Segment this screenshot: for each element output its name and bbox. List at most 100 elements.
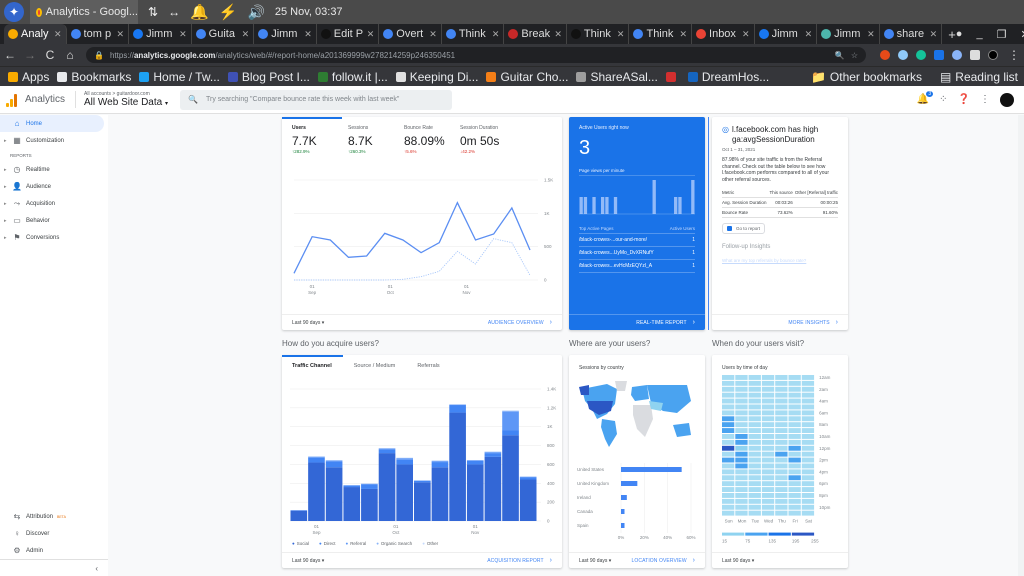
bookmark-item[interactable]: Bookmarks bbox=[57, 70, 131, 84]
browser-tab[interactable]: Jimm ✕ bbox=[129, 24, 192, 44]
browser-tab[interactable]: Overt ✕ bbox=[379, 24, 442, 44]
legend-item[interactable]: Organic Search bbox=[376, 541, 412, 546]
extension-grammarly-icon[interactable] bbox=[916, 50, 926, 60]
bookmark-item[interactable]: follow.it |... bbox=[317, 70, 388, 84]
sidebar-item-attribution[interactable]: ⇆ Attribution BETA bbox=[0, 508, 108, 525]
legend-item[interactable]: Direct bbox=[319, 541, 336, 546]
date-range-selector[interactable]: Last 90 days ▾ bbox=[579, 558, 611, 564]
realtime-report-link[interactable]: REAL-TIME REPORT bbox=[636, 320, 686, 326]
legend-item[interactable]: Social bbox=[292, 541, 309, 546]
bookmark-item[interactable]: ShareASal... bbox=[576, 70, 658, 84]
profile-avatar-icon[interactable] bbox=[988, 50, 998, 60]
extension-plus-icon[interactable] bbox=[934, 50, 944, 60]
close-tab-icon[interactable]: ✕ bbox=[54, 29, 62, 40]
sidebar-item-acquisition[interactable]: ▸ ⤳ Acquisition bbox=[0, 195, 108, 212]
help-icon[interactable]: ❓ bbox=[958, 94, 970, 105]
close-tab-icon[interactable]: ✕ bbox=[867, 29, 875, 40]
tab-referrals[interactable]: Referrals bbox=[417, 363, 439, 369]
chevron-right-icon[interactable]: › bbox=[693, 319, 695, 326]
browser-tab[interactable]: Jimm ✕ bbox=[254, 24, 317, 44]
go-to-report-button[interactable]: Go to report bbox=[722, 223, 766, 234]
close-tab-icon[interactable]: ✕ bbox=[367, 29, 375, 40]
browser-tab[interactable]: Inbox ✕ bbox=[692, 24, 755, 44]
bell-icon[interactable]: 🔔 bbox=[190, 3, 209, 21]
chevron-right-icon[interactable]: › bbox=[693, 557, 695, 564]
star-icon[interactable]: ☆ bbox=[851, 51, 858, 60]
close-tab-icon[interactable]: ✕ bbox=[304, 29, 312, 40]
tab-source-medium[interactable]: Source / Medium bbox=[354, 363, 396, 369]
close-tab-icon[interactable]: ✕ bbox=[617, 29, 625, 40]
clock[interactable]: 25 Nov, 03:37 bbox=[275, 6, 343, 18]
close-tab-icon[interactable]: ✕ bbox=[242, 29, 250, 40]
back-button[interactable]: ← bbox=[0, 48, 20, 62]
close-tab-icon[interactable]: ✕ bbox=[805, 29, 813, 40]
metric-tab-bounce-rate[interactable]: Bounce Rate 88.09% ↑5.6% bbox=[404, 125, 460, 154]
chevron-right-icon[interactable]: › bbox=[550, 557, 552, 564]
browser-tab[interactable]: Edit P ✕ bbox=[317, 24, 380, 44]
bookmark-item[interactable]: Blog Post I... bbox=[227, 70, 310, 84]
volume-icon[interactable]: 🔊 bbox=[247, 4, 264, 21]
country-bar[interactable] bbox=[621, 495, 627, 500]
close-tab-icon[interactable]: ✕ bbox=[179, 29, 187, 40]
bookmark-item[interactable] bbox=[665, 70, 680, 84]
bookmark-item[interactable]: Guitar Cho... bbox=[486, 70, 568, 84]
forward-button[interactable]: → bbox=[20, 48, 40, 62]
legend-item[interactable]: Other bbox=[422, 541, 438, 546]
country-bar[interactable] bbox=[621, 523, 625, 528]
browser-tab[interactable]: Analy ✕ bbox=[4, 24, 67, 44]
browser-tab[interactable]: Think ✕ bbox=[442, 24, 505, 44]
minimize-button[interactable]: _ bbox=[976, 28, 982, 41]
browser-tab[interactable]: Jimm ✕ bbox=[817, 24, 880, 44]
country-bar[interactable] bbox=[621, 509, 625, 514]
sidebar-item-admin[interactable]: ⚙ Admin bbox=[0, 542, 108, 559]
sidebar-item-customization[interactable]: ▸ ▦ Customization bbox=[0, 132, 108, 149]
bookmark-item[interactable]: Apps bbox=[8, 70, 49, 84]
active-page-row[interactable]: /black-crowes...evHcMzEQYzl_A 1 bbox=[579, 260, 695, 273]
close-tab-icon[interactable]: ✕ bbox=[742, 29, 750, 40]
metric-tab-sessions[interactable]: Sessions 8.7K ↑260.3% bbox=[348, 125, 404, 154]
close-tab-icon[interactable]: ✕ bbox=[679, 29, 687, 40]
home-button[interactable]: ⌂ bbox=[60, 48, 80, 62]
power-icon[interactable]: ⚡ bbox=[219, 3, 238, 21]
metric-tab-users[interactable]: Users 7.7K ↑282.9% bbox=[292, 125, 348, 154]
reload-button[interactable]: C bbox=[40, 48, 60, 62]
extension-robot-icon[interactable] bbox=[952, 50, 962, 60]
search-input[interactable]: 🔍 Try searching "Compare bounce rate thi… bbox=[180, 89, 452, 110]
close-tab-icon[interactable]: ✕ bbox=[554, 29, 562, 40]
browser-tab[interactable]: Jimm ✕ bbox=[755, 24, 818, 44]
sidebar-item-realtime[interactable]: ▸ ◷ Realtime bbox=[0, 161, 108, 178]
page-scrollbar[interactable] bbox=[1018, 115, 1024, 576]
os-launcher-icon[interactable]: ✦ bbox=[4, 2, 24, 22]
sidebar-item-behavior[interactable]: ▸ ▭ Behavior bbox=[0, 212, 108, 229]
sidebar-item-audience[interactable]: ▸ 👤 Audience bbox=[0, 178, 108, 195]
chevron-right-icon[interactable]: › bbox=[550, 319, 552, 326]
acquisition-report-link[interactable]: ACQUISITION REPORT bbox=[487, 558, 543, 564]
other-bookmarks-folder[interactable]: 📁 Other bookmarks bbox=[811, 70, 922, 84]
bookmark-item[interactable]: Home / Tw... bbox=[139, 70, 220, 84]
reading-list-button[interactable]: ▤ Reading list bbox=[940, 70, 1018, 84]
browser-tab[interactable]: share ✕ bbox=[880, 24, 943, 44]
zoom-icon[interactable]: 🔍 bbox=[835, 51, 845, 60]
metric-tab-session-duration[interactable]: Session Duration 0m 50s ↓42.2% bbox=[460, 125, 516, 154]
browser-tab[interactable]: Break ✕ bbox=[504, 24, 567, 44]
sidebar-item-home[interactable]: ⌂ Home bbox=[0, 115, 104, 132]
network-icon[interactable]: ⇅ bbox=[148, 5, 158, 19]
maximize-button[interactable]: ❐ bbox=[997, 28, 1007, 41]
close-tab-icon[interactable]: ✕ bbox=[117, 29, 125, 40]
sidebar-item-conversions[interactable]: ▸ ⚑ Conversions bbox=[0, 229, 108, 246]
active-page-row[interactable]: /black-crowes-...our-and-more/1 bbox=[579, 234, 695, 247]
profile-icon[interactable]: ● bbox=[956, 28, 963, 41]
audience-overview-link[interactable]: AUDIENCE OVERVIEW bbox=[488, 320, 544, 326]
date-range-selector[interactable]: Last 90 days ▾ bbox=[292, 558, 324, 564]
date-range-selector[interactable]: Last 90 days ▾ bbox=[292, 320, 324, 326]
account-avatar[interactable] bbox=[1000, 92, 1014, 107]
browser-menu-icon[interactable]: ⋮ bbox=[1008, 48, 1020, 62]
legend-item[interactable]: Referral bbox=[345, 541, 366, 546]
extension-ublock-icon[interactable] bbox=[880, 50, 890, 60]
resize-icon[interactable]: ↔ bbox=[168, 5, 180, 19]
extensions-puzzle-icon[interactable] bbox=[970, 50, 980, 60]
apps-grid-icon[interactable]: ⁘ bbox=[939, 94, 947, 105]
bookmark-item[interactable]: Keeping Di... bbox=[395, 70, 478, 84]
close-window-button[interactable]: ✕ bbox=[1020, 28, 1024, 41]
date-range-selector[interactable]: Last 90 days ▾ bbox=[722, 558, 754, 564]
